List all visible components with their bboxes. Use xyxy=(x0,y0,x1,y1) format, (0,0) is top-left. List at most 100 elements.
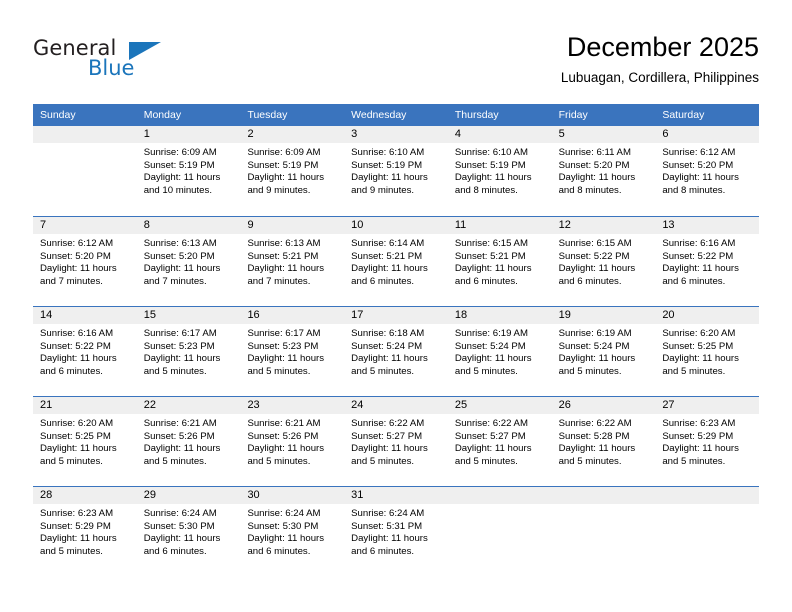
calendar-day-cell[interactable]: 14 Sunrise: 6:16 AM Sunset: 5:22 PM Dayligh… xyxy=(33,307,137,396)
day-number: 15 xyxy=(136,307,241,324)
daylight-text-line2: and 6 minutes. xyxy=(662,275,726,287)
daylight-text-line2: and 5 minutes. xyxy=(40,455,103,467)
day-number: 25 xyxy=(447,397,552,414)
day-number: 31 xyxy=(344,487,448,504)
daylight-text-line2: and 5 minutes. xyxy=(662,365,726,377)
weekday-header-friday: Friday xyxy=(558,109,588,121)
calendar-day-cell[interactable]: 9 Sunrise: 6:13 AM Sunset: 5:21 PM Daylight… xyxy=(240,217,345,306)
general-blue-logo[interactable]: General Blue xyxy=(33,36,213,88)
calendar-day-cell[interactable]: 1 Sunrise: 6:09 AM Sunset: 5:19 PM Daylight… xyxy=(136,126,241,216)
calendar-day-cell[interactable]: 25 Sunrise: 6:22 AM Sunset: 5:27 PM Dayligh… xyxy=(447,397,552,486)
sunset-text: Sunset: 5:22 PM xyxy=(662,250,734,262)
sunset-text: Sunset: 5:21 PM xyxy=(247,250,319,262)
day-number: 20 xyxy=(655,307,760,324)
day-details: Sunrise: 6:19 AM Sunset: 5:24 PM Daylight:… xyxy=(448,324,552,378)
day-number: 4 xyxy=(447,126,552,143)
calendar-day-cell[interactable]: 22 Sunrise: 6:21 AM Sunset: 5:26 PM Dayligh… xyxy=(136,397,241,486)
daylight-text-line2: and 6 minutes. xyxy=(143,545,207,557)
daylight-text-line2: and 5 minutes. xyxy=(454,455,518,467)
day-details: Sunrise: 6:13 AM Sunset: 5:21 PM Daylight:… xyxy=(240,234,344,288)
day-number: 27 xyxy=(655,397,760,414)
day-number: 3 xyxy=(344,126,448,143)
sunset-text: Sunset: 5:22 PM xyxy=(558,250,630,262)
sunrise-text: Sunrise: 6:10 AM xyxy=(351,147,425,158)
calendar-day-cell[interactable]: 5 Sunrise: 6:11 AM Sunset: 5:20 PM Daylight… xyxy=(551,126,656,216)
daylight-text-line1: Daylight: 11 hours xyxy=(143,172,221,184)
daylight-text-line1: Daylight: 11 hours xyxy=(558,443,636,455)
daylight-text-line1: Daylight: 11 hours xyxy=(247,172,325,184)
daylight-text-line2: and 5 minutes. xyxy=(662,455,726,467)
sunrise-text: Sunrise: 6:11 AM xyxy=(558,147,631,158)
page-header: General Blue December 2025 Lubuagan, Cor… xyxy=(0,0,792,104)
sunset-text: Sunset: 5:19 PM xyxy=(247,159,319,171)
daylight-text-line1: Daylight: 11 hours xyxy=(247,263,325,275)
calendar-day-cell[interactable]: 15 Sunrise: 6:17 AM Sunset: 5:23 PM Dayligh… xyxy=(136,307,241,396)
sunset-text: Sunset: 5:20 PM xyxy=(558,159,630,171)
day-details: Sunrise: 6:22 AM Sunset: 5:27 PM Daylight:… xyxy=(448,414,552,468)
calendar-day-cell[interactable]: 30 Sunrise: 6:24 AM Sunset: 5:30 PM Dayligh… xyxy=(240,487,345,576)
day-number: 22 xyxy=(136,397,241,414)
sunrise-text: Sunrise: 6:24 AM xyxy=(143,508,217,519)
day-details: Sunrise: 6:17 AM Sunset: 5:23 PM Daylight:… xyxy=(240,324,344,378)
daylight-text-line2: and 6 minutes. xyxy=(454,275,518,287)
calendar-day-cell[interactable]: 10 Sunrise: 6:14 AM Sunset: 5:21 PM Dayligh… xyxy=(344,217,448,306)
calendar-day-cell[interactable]: 3 Sunrise: 6:10 AM Sunset: 5:19 PM Daylight… xyxy=(344,126,448,216)
calendar-day-cell[interactable]: 31 Sunrise: 6:24 AM Sunset: 5:31 PM Dayligh… xyxy=(344,487,448,576)
day-number: 14 xyxy=(33,307,137,324)
sunrise-text: Sunrise: 6:22 AM xyxy=(454,418,528,429)
day-number xyxy=(33,126,137,143)
calendar-day-cell[interactable]: 24 Sunrise: 6:22 AM Sunset: 5:27 PM Dayligh… xyxy=(344,397,448,486)
sunset-text: Sunset: 5:23 PM xyxy=(143,340,215,352)
calendar-day-cell[interactable]: 19 Sunrise: 6:19 AM Sunset: 5:24 PM Dayligh… xyxy=(551,307,656,396)
calendar-day-cell[interactable]: 12 Sunrise: 6:15 AM Sunset: 5:22 PM Dayligh… xyxy=(551,217,656,306)
calendar-day-cell[interactable]: 13 Sunrise: 6:16 AM Sunset: 5:22 PM Dayligh… xyxy=(655,217,760,306)
daylight-text-line1: Daylight: 11 hours xyxy=(558,263,636,275)
daylight-text-line1: Daylight: 11 hours xyxy=(662,443,739,455)
calendar-day-cell[interactable]: 18 Sunrise: 6:19 AM Sunset: 5:24 PM Dayligh… xyxy=(447,307,552,396)
sunset-text: Sunset: 5:21 PM xyxy=(454,250,526,262)
calendar-week-row: 1 Sunrise: 6:09 AM Sunset: 5:19 PM Daylight… xyxy=(33,126,760,216)
calendar-day-cell[interactable]: 7 Sunrise: 6:12 AM Sunset: 5:20 PM Daylight… xyxy=(33,217,137,306)
calendar-day-cell[interactable]: 27 Sunrise: 6:23 AM Sunset: 5:29 PM Dayligh… xyxy=(655,397,760,486)
calendar-day-cell[interactable]: 4 Sunrise: 6:10 AM Sunset: 5:19 PM Daylight… xyxy=(447,126,552,216)
calendar-day-cell[interactable]: 29 Sunrise: 6:24 AM Sunset: 5:30 PM Dayligh… xyxy=(136,487,241,576)
daylight-text-line2: and 10 minutes. xyxy=(143,184,212,196)
daylight-text-line1: Daylight: 11 hours xyxy=(247,443,325,455)
calendar-day-cell[interactable]: 6 Sunrise: 6:12 AM Sunset: 5:20 PM Daylight… xyxy=(655,126,760,216)
calendar-page: General Blue December 2025 Lubuagan, Cor… xyxy=(0,0,792,612)
calendar-day-cell[interactable]: 20 Sunrise: 6:20 AM Sunset: 5:25 PM Dayligh… xyxy=(655,307,760,396)
day-details: Sunrise: 6:23 AM Sunset: 5:29 PM Daylight:… xyxy=(33,504,137,558)
sunset-text: Sunset: 5:30 PM xyxy=(247,520,319,532)
sunset-text: Sunset: 5:23 PM xyxy=(247,340,319,352)
calendar-day-cell[interactable]: 28 Sunrise: 6:23 AM Sunset: 5:29 PM Dayligh… xyxy=(33,487,137,576)
day-details: Sunrise: 6:24 AM Sunset: 5:31 PM Daylight:… xyxy=(344,504,448,558)
day-details: Sunrise: 6:10 AM Sunset: 5:19 PM Daylight:… xyxy=(448,143,552,197)
daylight-text-line1: Daylight: 11 hours xyxy=(143,533,221,545)
calendar-day-cell[interactable]: 21 Sunrise: 6:20 AM Sunset: 5:25 PM Dayligh… xyxy=(33,397,137,486)
sunset-text: Sunset: 5:26 PM xyxy=(143,430,215,442)
daylight-text-line2: and 5 minutes. xyxy=(454,365,518,377)
calendar-day-cell[interactable]: 16 Sunrise: 6:17 AM Sunset: 5:23 PM Dayligh… xyxy=(240,307,345,396)
calendar-day-cell[interactable]: 2 Sunrise: 6:09 AM Sunset: 5:19 PM Daylight… xyxy=(240,126,345,216)
day-number xyxy=(551,487,656,504)
sunrise-text: Sunrise: 6:13 AM xyxy=(143,238,217,249)
sunrise-text: Sunrise: 6:24 AM xyxy=(351,508,425,519)
day-details: Sunrise: 6:20 AM Sunset: 5:25 PM Daylight:… xyxy=(655,324,759,378)
day-details: Sunrise: 6:20 AM Sunset: 5:25 PM Daylight:… xyxy=(33,414,137,468)
sunrise-text: Sunrise: 6:17 AM xyxy=(143,328,217,339)
calendar-day-cell[interactable]: 26 Sunrise: 6:22 AM Sunset: 5:28 PM Dayligh… xyxy=(551,397,656,486)
calendar-day-cell-empty xyxy=(655,487,760,576)
daylight-text-line1: Daylight: 11 hours xyxy=(351,172,428,184)
daylight-text-line1: Daylight: 11 hours xyxy=(40,353,117,365)
sunrise-text: Sunrise: 6:21 AM xyxy=(143,418,217,429)
calendar-day-cell[interactable]: 23 Sunrise: 6:21 AM Sunset: 5:26 PM Dayligh… xyxy=(240,397,345,486)
calendar-day-cell[interactable]: 8 Sunrise: 6:13 AM Sunset: 5:20 PM Daylight… xyxy=(136,217,241,306)
day-number xyxy=(655,487,760,504)
sunset-text: Sunset: 5:20 PM xyxy=(143,250,215,262)
calendar-day-cell[interactable]: 11 Sunrise: 6:15 AM Sunset: 5:21 PM Dayligh… xyxy=(447,217,552,306)
daylight-text-line1: Daylight: 11 hours xyxy=(351,263,428,275)
daylight-text-line1: Daylight: 11 hours xyxy=(247,353,325,365)
calendar-day-cell[interactable]: 17 Sunrise: 6:18 AM Sunset: 5:24 PM Dayligh… xyxy=(344,307,448,396)
daylight-text-line2: and 5 minutes. xyxy=(351,455,415,467)
sunset-text: Sunset: 5:21 PM xyxy=(351,250,423,262)
